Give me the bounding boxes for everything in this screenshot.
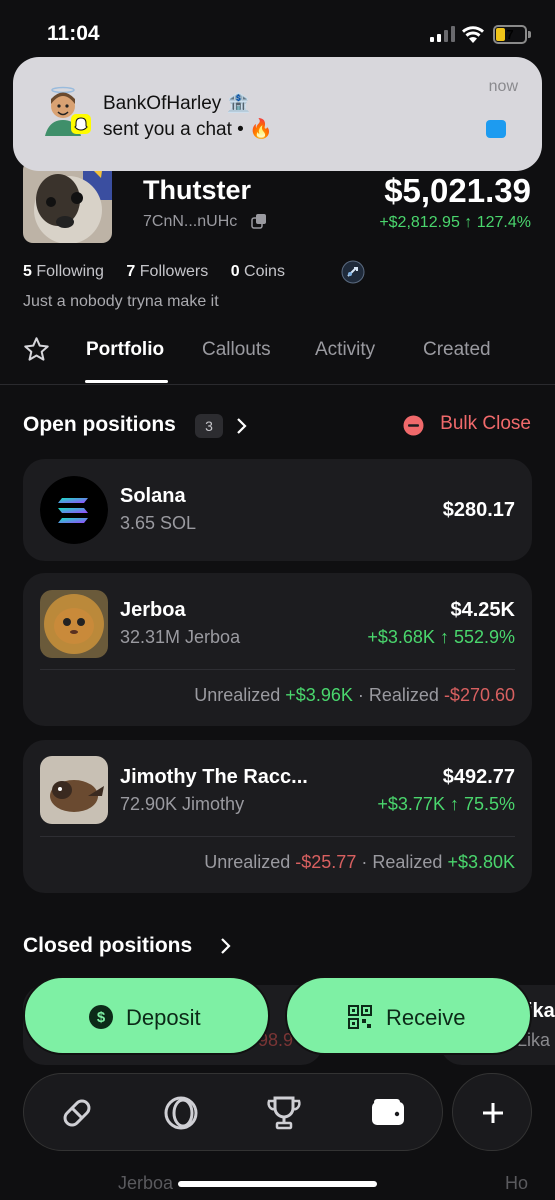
tab-created[interactable]: Created	[423, 339, 491, 361]
pill-icon[interactable]	[57, 1093, 97, 1133]
card-divider	[40, 669, 515, 670]
portfolio-total-change: +$2,812.95 ↑ 127.4%	[379, 214, 531, 231]
jimothy-token-image	[40, 756, 108, 824]
dollar-icon: $	[89, 1005, 113, 1029]
realized-value: +$3.80K	[447, 852, 515, 872]
bitmoji-avatar-icon	[45, 86, 91, 136]
followers-stat[interactable]: 7 Followers	[126, 263, 208, 280]
chevron-right-icon[interactable]	[234, 417, 248, 435]
profile-name: Thutster	[143, 175, 251, 205]
add-button[interactable]	[452, 1073, 532, 1151]
pnl-summary: Unrealized +$3.96K · Realized -$270.60	[194, 685, 515, 705]
home-indicator	[178, 1181, 377, 1187]
bulk-close-icon[interactable]	[403, 415, 424, 436]
position-card-solana[interactable]: Solana 3.65 SOL $280.17	[23, 459, 532, 561]
token-amount: 72.90K Jimothy	[120, 794, 245, 814]
wallet-address: 7CnN...nUHc	[143, 213, 238, 230]
bottom-nav	[23, 1073, 443, 1151]
realized-value: -$270.60	[443, 685, 515, 705]
deposit-button[interactable]: $ Deposit	[23, 976, 270, 1055]
token-value: $4.25K	[450, 599, 516, 621]
notification-time: now	[488, 78, 518, 95]
token-name: Solana	[120, 485, 186, 507]
following-stat[interactable]: 5 Following	[23, 263, 104, 280]
unrealized-value: +$3.96K	[285, 685, 353, 705]
receive-button[interactable]: Receive	[285, 976, 532, 1055]
closed-positions-title[interactable]: Closed positions	[23, 934, 192, 958]
notification-body: sent you a chat • 🔥	[103, 119, 273, 140]
wifi-icon	[462, 26, 484, 43]
token-amount: 32.31M Jerboa	[120, 627, 241, 647]
star-icon[interactable]	[23, 336, 50, 363]
token-amount: 3.65 SOL	[120, 513, 197, 533]
jerboa-token-image	[40, 590, 108, 658]
coin-icon[interactable]	[161, 1093, 201, 1133]
cellular-signal-icon	[430, 26, 455, 42]
profile-avatar[interactable]	[23, 160, 112, 243]
deposit-label: Deposit	[126, 1005, 201, 1030]
portfolio-total-value: $5,021.39	[384, 172, 531, 209]
qr-code-icon	[348, 1005, 372, 1029]
peek-closed-item: Ho	[505, 1173, 529, 1193]
profile-bio: Just a nobody tryna make it	[23, 293, 219, 310]
position-card-jerboa[interactable]: Jerboa 32.31M Jerboa $4.25K +$3.68K ↑ 55…	[23, 573, 532, 726]
battery-icon: 7	[493, 25, 527, 44]
unrealized-value: -$25.77	[295, 852, 357, 872]
wallet-icon[interactable]	[368, 1093, 408, 1133]
token-value: $280.17	[442, 499, 515, 521]
trophy-icon[interactable]	[264, 1093, 304, 1133]
token-change: +$3.68K ↑ 552.9%	[367, 627, 515, 647]
notification-title: BankOfHarley 🏦	[103, 93, 251, 114]
tab-callouts[interactable]: Callouts	[202, 339, 271, 361]
profile-stats: 5 Following 7 Followers 0 Coins	[23, 263, 303, 281]
open-positions-count: 3	[195, 414, 223, 438]
plus-icon	[483, 1103, 503, 1123]
notification-banner[interactable]: BankOfHarley 🏦 sent you a chat • 🔥 now	[13, 57, 542, 171]
profile-tabs: Portfolio Callouts Activity Created	[0, 325, 555, 385]
tab-portfolio[interactable]: Portfolio	[86, 339, 164, 361]
token-change: +$3.77K ↑ 75.5%	[377, 794, 515, 814]
svg-text:$: $	[97, 1009, 106, 1026]
card-divider	[40, 836, 515, 837]
position-card-jimothy[interactable]: Jimothy The Racc... 72.90K Jimothy $492.…	[23, 740, 532, 893]
copy-icon[interactable]	[251, 213, 267, 229]
token-value: $492.77	[442, 766, 515, 788]
solana-logo-icon	[40, 476, 108, 544]
open-positions-title[interactable]: Open positions	[23, 413, 176, 437]
receive-label: Receive	[386, 1005, 466, 1030]
status-time: 11:04	[47, 22, 100, 45]
verified-badge-icon[interactable]	[341, 260, 365, 284]
chevron-right-icon[interactable]	[218, 937, 232, 955]
status-bar: 11:04 7	[0, 0, 555, 62]
battery-level: 7	[506, 27, 514, 42]
peek-closed-item: Jerboa	[118, 1173, 174, 1193]
token-name: Jerboa	[120, 599, 186, 621]
active-tab-indicator	[85, 380, 168, 383]
chat-app-icon	[486, 120, 506, 138]
tab-activity[interactable]: Activity	[315, 339, 375, 361]
bulk-close-button[interactable]: Bulk Close	[440, 413, 531, 435]
coins-stat[interactable]: 0 Coins	[231, 263, 285, 280]
pnl-summary: Unrealized -$25.77 · Realized +$3.80K	[204, 852, 515, 872]
token-name: Jimothy The Racc...	[120, 766, 308, 788]
